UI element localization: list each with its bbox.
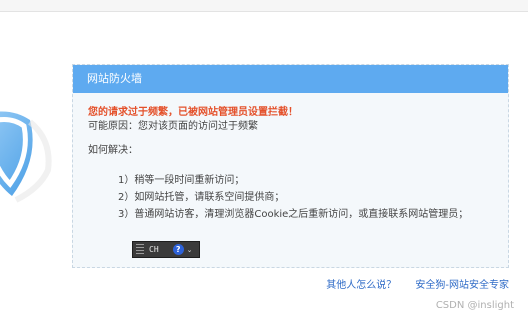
resolution-steps: 1）稍等一段时间重新访问； 2）如网站托管，请联系空间提供商； 3）普通网站访客… — [118, 172, 508, 223]
browser-top-bar — [0, 0, 528, 12]
chevron-down-icon[interactable]: ⌄ — [187, 246, 193, 254]
footer-links: 其他人怎么说？ 安全狗-网站安全专家 — [310, 276, 509, 291]
resolution-step: 3）普通网站访客，清理浏览器Cookie之后重新访问，或直接联系网站管理员； — [118, 209, 469, 220]
how-to-resolve-label: 如何解决： — [88, 145, 138, 156]
panel-body: 您的请求过于频繁，已被网站管理员设置拦截！ 可能原因：您对该页面的访问过于频繁 … — [73, 93, 508, 223]
ime-mode-label[interactable]: CH — [149, 245, 159, 254]
resolution-step: 2）如网站托管，请联系空间提供商； — [118, 192, 285, 203]
panel-title: 网站防火墙 — [73, 65, 508, 93]
reason-text: 可能原因：您对该页面的访问过于频繁 — [88, 121, 258, 132]
others-say-link[interactable]: 其他人怎么说？ — [326, 280, 396, 291]
resolution-step: 1）稍等一段时间重新访问； — [118, 175, 245, 186]
firewall-panel: 网站防火墙 您的请求过于频繁，已被网站管理员设置拦截！ 可能原因：您对该页面的访… — [72, 64, 509, 268]
shield-icon — [0, 111, 52, 203]
ime-toolbar[interactable]: CH ? ⌄ — [132, 241, 200, 258]
drag-handle-icon[interactable] — [136, 244, 144, 255]
warning-message: 您的请求过于频繁，已被网站管理员设置拦截！ — [88, 107, 298, 118]
help-icon[interactable]: ? — [172, 244, 184, 255]
safedog-link[interactable]: 安全狗-网站安全专家 — [415, 280, 509, 291]
watermark: CSDN @inslight — [435, 300, 514, 311]
